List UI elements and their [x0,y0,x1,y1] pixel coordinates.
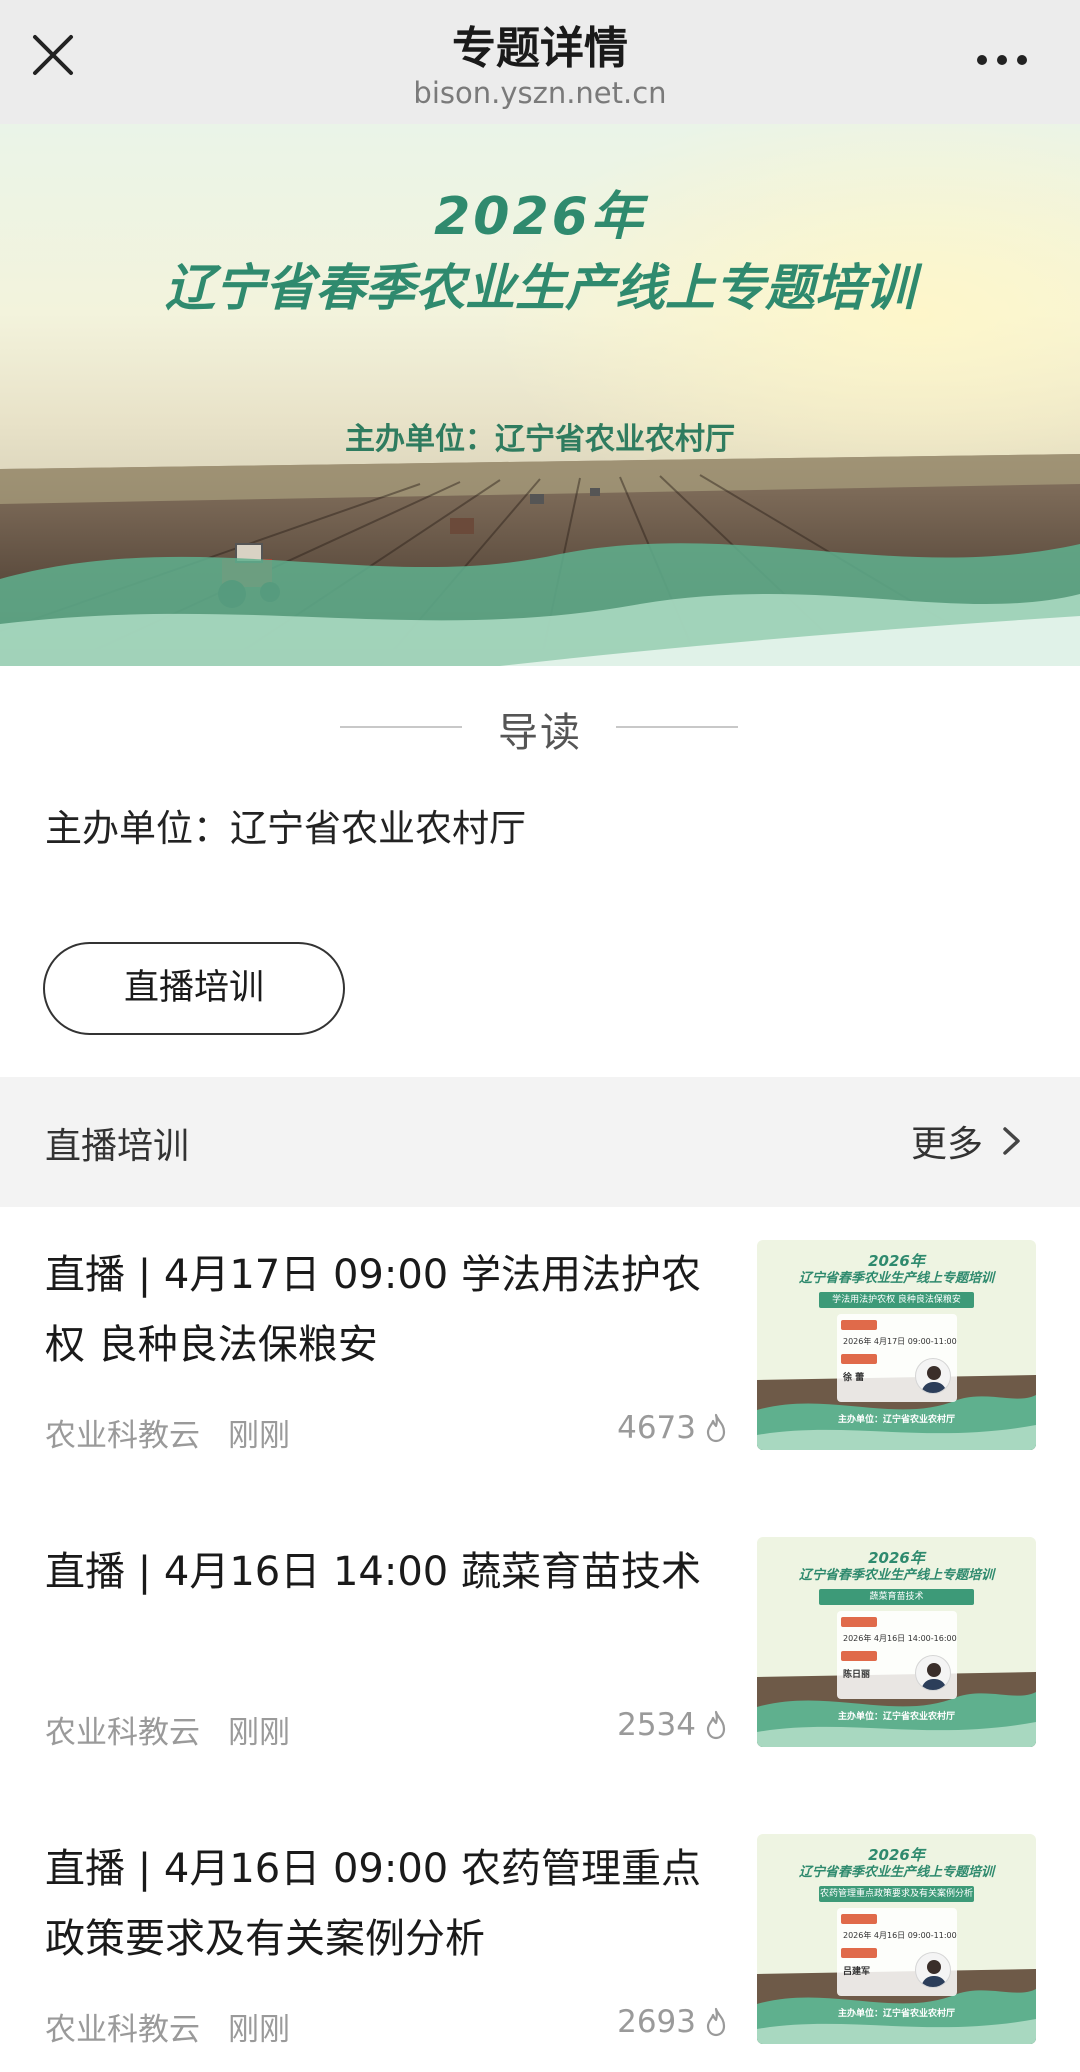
article-time: 刚刚 [228,1715,290,1751]
organizer-text: 主办单位：辽宁省农业农村厅 [45,807,526,850]
article-views: 2693 [617,2004,728,2040]
thumb-topic: 蔬菜育苗技术 [819,1589,974,1605]
page-url: bison.yszn.net.cn [413,76,667,110]
thumb-info-card: 2026年 4月16日 14:00-16:00 陈日丽 [837,1611,957,1699]
topic-banner: 2026年 辽宁省春季农业生产线上专题培训 主办单位：辽宁省农业农村厅 [0,124,1080,666]
article-thumbnail: 2026年 辽宁省春季农业生产线上专题培训 学法用法护农权 良种良法保粮安 20… [757,1240,1036,1450]
thumb-time-badge [841,1914,877,1924]
thumb-topic: 学法用法护农权 良种良法保粮安 [819,1292,974,1308]
thumb-speaker-badge [841,1354,877,1364]
article-item[interactable]: 直播 | 4月16日 09:00 农药管理重点政策要求及有关案例分析 农业科教云… [0,1834,1080,2072]
section-header: 直播培训 更多 [0,1077,1080,1207]
thumb-speaker-badge [841,1651,877,1661]
article-source: 农业科教云 [45,2012,200,2048]
article-source: 农业科教云 [45,1715,200,1751]
view-count: 4673 [617,1410,696,1446]
flame-icon [706,1710,726,1740]
article-thumbnail: 2026年 辽宁省春季农业生产线上专题培训 农药管理重点政策要求及有关案例分析 … [757,1834,1036,2044]
thumb-host: 主办单位：辽宁省农业农村厅 [837,1415,955,1425]
article-item[interactable]: 直播 | 4月17日 09:00 学法用法护农权 良种良法保粮安 农业科教云 刚… [0,1240,1080,1530]
intro-header: 导读 [0,700,1080,756]
article-title: 直播 | 4月17日 09:00 学法用法护农权 良种良法保粮安 [45,1252,701,1368]
article-title: 直播 | 4月16日 09:00 农药管理重点政策要求及有关案例分析 [45,1846,701,1962]
banner-title: 辽宁省春季农业生产线上专题培训 [165,259,915,317]
person-icon [921,1663,947,1690]
view-count: 2693 [617,2004,696,2040]
live-training-tag-button[interactable]: 直播培训 [43,942,345,1035]
thumb-speaker-badge [841,1948,877,1958]
thumb-title: 辽宁省春季农业生产线上专题培训 [798,1865,994,1880]
thumb-speaker: 陈日丽 [843,1670,871,1680]
view-count: 2534 [617,1707,696,1743]
more-options-button[interactable] [972,40,1032,80]
thumb-time: 2026年 4月16日 14:00-16:00 [843,1634,957,1643]
thumb-time: 2026年 4月17日 09:00-11:00 [843,1337,957,1346]
section-title: 直播培训 [45,1126,190,1167]
banner-organizer: 主办单位：辽宁省农业农村厅 [345,422,735,457]
thumb-title: 辽宁省春季农业生产线上专题培训 [798,1568,994,1583]
more-link-label: 更多 [910,1124,983,1165]
thumb-time: 2026年 4月16日 09:00-11:00 [843,1931,957,1940]
thumb-host: 主办单位：辽宁省农业农村厅 [837,2009,955,2019]
article-title: 直播 | 4月16日 14:00 蔬菜育苗技术 [45,1549,701,1595]
article-time: 刚刚 [228,2012,290,2048]
thumb-time-badge [841,1320,877,1330]
speaker-avatar [915,1655,951,1691]
thumb-topic: 农药管理重点政策要求及有关案例分析 [819,1886,974,1902]
more-dots-icon [977,55,1027,65]
intro-label: 导读 [498,710,582,756]
chevron-right-icon [1003,1127,1020,1155]
person-icon [921,1366,947,1393]
flame-icon [706,2007,726,2037]
more-link[interactable]: 更多 [911,1115,1025,1167]
thumb-info-card: 2026年 4月16日 09:00-11:00 吕建军 [837,1908,957,1996]
article-time: 刚刚 [228,1418,290,1454]
page-title: 专题详情 [452,23,628,74]
thumb-info-card: 2026年 4月17日 09:00-11:00 徐 蕾 [837,1314,957,1402]
thumb-host: 主办单位：辽宁省农业农村厅 [837,1712,955,1722]
article-item[interactable]: 直播 | 4月16日 14:00 蔬菜育苗技术 农业科教云 刚刚 2534 20… [0,1537,1080,1827]
thumb-time-badge [841,1617,877,1627]
top-nav-bar: 专题详情 bison.yszn.net.cn [0,0,1080,124]
banner-year: 2026年 [434,187,646,247]
person-icon [921,1960,947,1987]
article-views: 2534 [617,1707,728,1743]
thumb-title: 辽宁省春季农业生产线上专题培训 [798,1271,994,1286]
thumb-speaker: 吕建军 [843,1967,871,1977]
thumb-speaker: 徐 蕾 [843,1373,865,1383]
speaker-avatar [915,1358,951,1394]
speaker-avatar [915,1952,951,1988]
divider-right [616,726,738,728]
flame-icon [706,1413,726,1443]
article-views: 4673 [617,1410,728,1446]
article-source: 农业科教云 [45,1418,200,1454]
article-thumbnail: 2026年 辽宁省春季农业生产线上专题培训 蔬菜育苗技术 2026年 4月16日… [757,1537,1036,1747]
